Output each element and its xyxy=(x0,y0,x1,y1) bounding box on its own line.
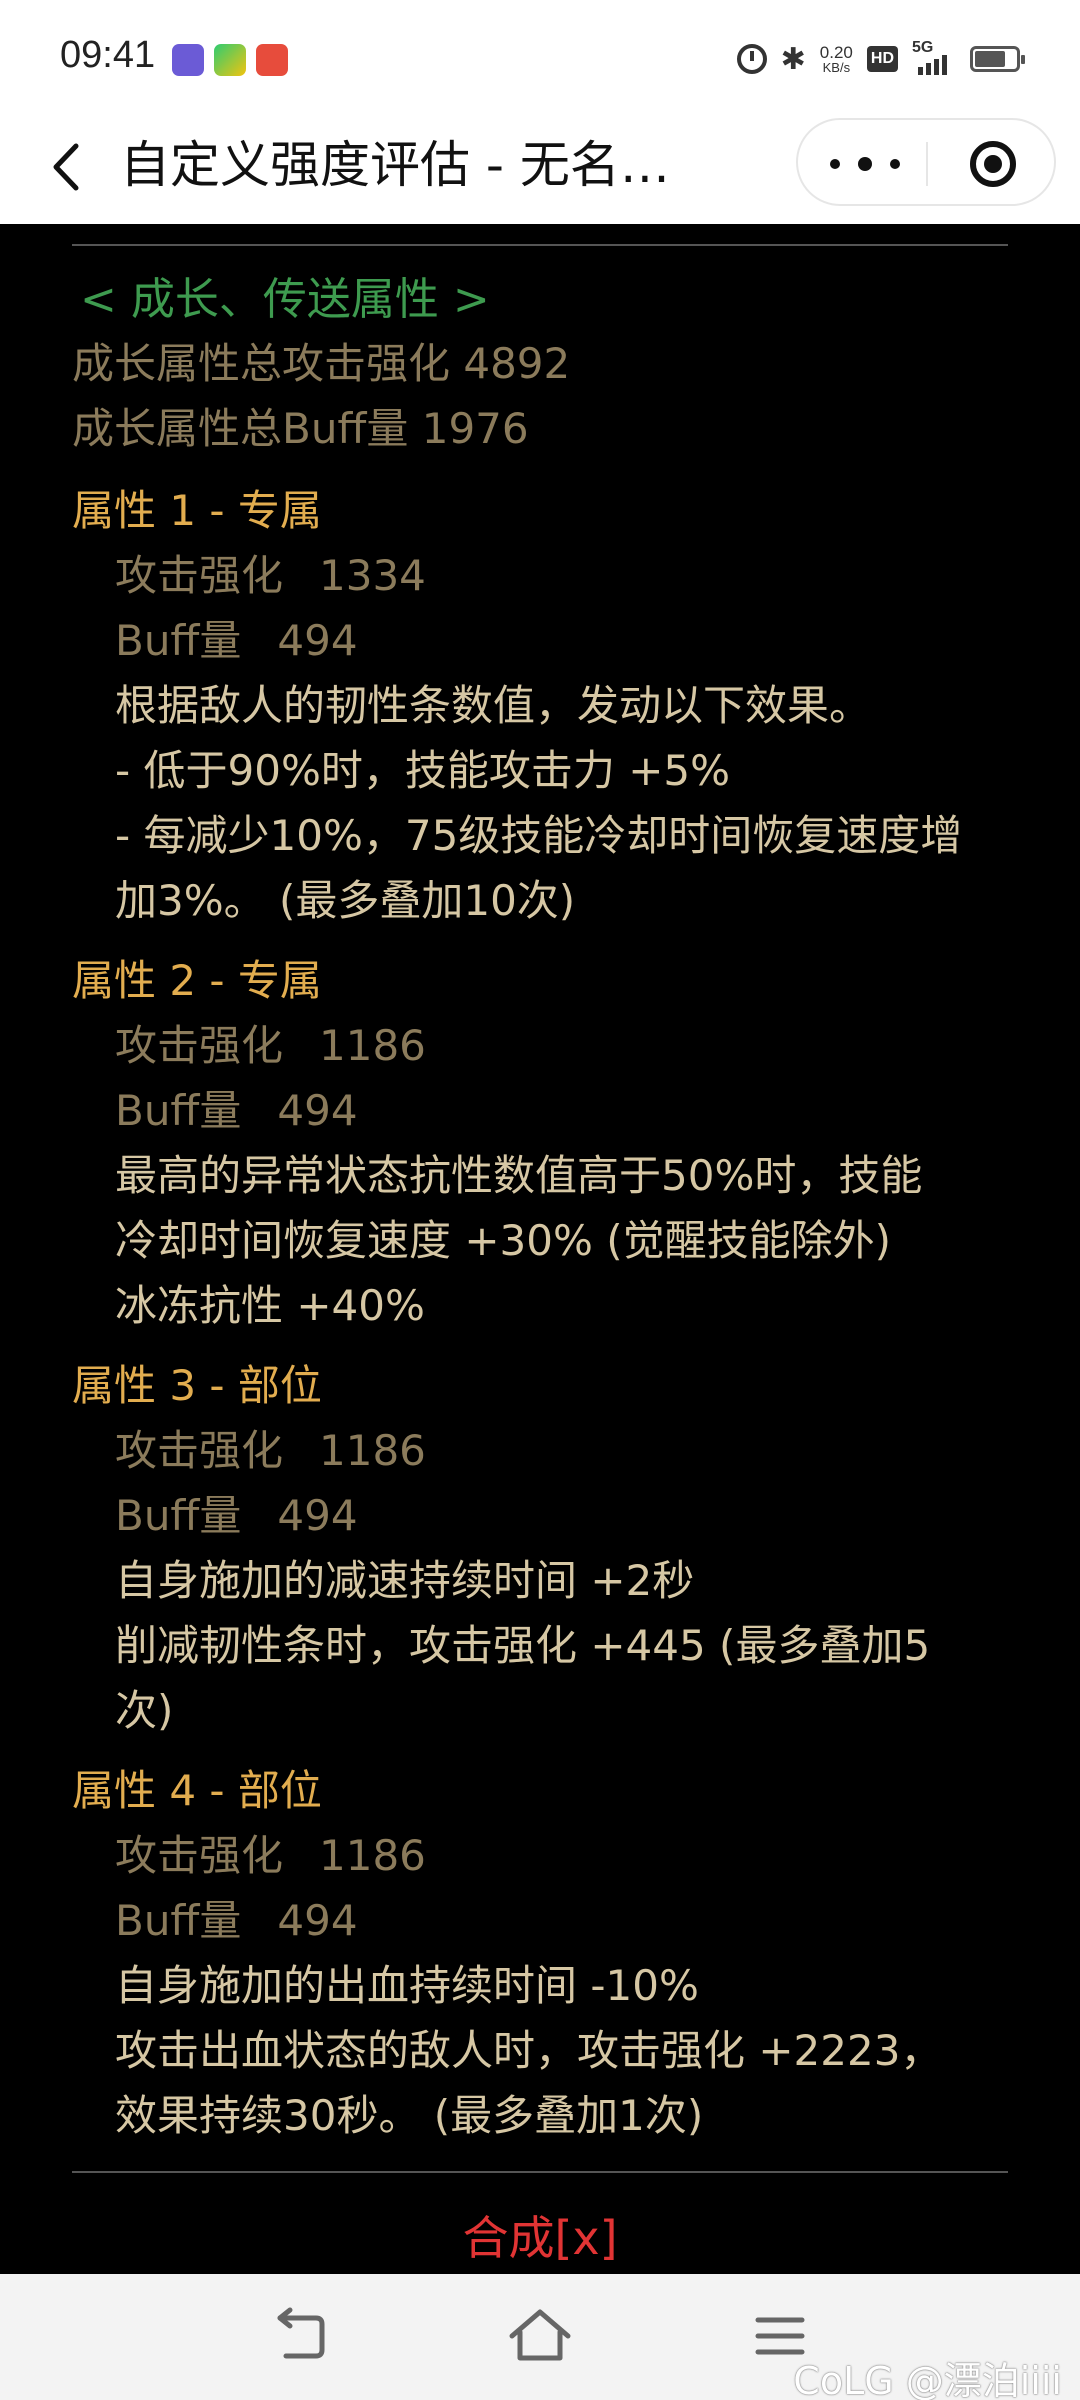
attribute-2-effect-2: 冷却时间恢复速度 +30% (觉醒技能除外) xyxy=(115,1216,892,1265)
attribute-1-attack: 攻击强化 1334 xyxy=(115,551,426,601)
attack-label: 攻击强化 xyxy=(115,551,284,600)
attribute-4-title: 属性 4 - 部位 xyxy=(72,1766,322,1815)
attribute-2-buff: Buff量 494 xyxy=(115,1086,358,1136)
status-bar: 09:41 ✱ 0.20 KB/s HD 5G xyxy=(0,0,1080,110)
network-speed-unit: KB/s xyxy=(822,60,851,75)
attack-label: 攻击强化 xyxy=(115,1831,284,1880)
back-arrow-icon[interactable] xyxy=(46,140,86,194)
buff-label: Buff量 xyxy=(115,1086,242,1135)
attribute-3-effect-1: 自身施加的减速持续时间 +2秒 xyxy=(115,1556,695,1605)
signal-icon: 5G xyxy=(912,39,956,75)
more-icon[interactable] xyxy=(812,132,920,196)
system-nav-bar: CoLG @漂泊iiii xyxy=(0,2274,1080,2400)
attribute-1-effect-3: - 每减少10%，75级技能冷却时间恢复速度增 xyxy=(115,811,963,860)
attribute-3-attack: 攻击强化 1186 xyxy=(115,1426,426,1476)
attribute-1-effect-2: - 低于90%时，技能攻击力 +5% xyxy=(115,746,731,795)
hd-icon: HD xyxy=(866,46,898,72)
app-icon-red xyxy=(256,44,288,76)
attack-label: 攻击强化 xyxy=(115,1021,284,1070)
attack-label: 攻击强化 xyxy=(115,1426,284,1475)
attribute-4-effect-1: 自身施加的出血持续时间 -10% xyxy=(115,1961,699,2010)
battery-icon xyxy=(970,46,1025,72)
attribute-3-effect-3: 次) xyxy=(115,1686,174,1735)
buff-value: 494 xyxy=(277,616,358,665)
attribute-1-effect-4: 加3%。 (最多叠加10次) xyxy=(115,876,576,925)
status-right-group: ✱ 0.20 KB/s HD 5G xyxy=(736,38,1025,80)
app-icon-green xyxy=(214,44,246,76)
top-divider xyxy=(72,244,1008,246)
buff-label: Buff量 xyxy=(115,1896,242,1945)
attack-value: 1334 xyxy=(319,551,426,600)
attribute-2-effect-3: 冰冻抗性 +40% xyxy=(115,1281,425,1330)
bluetooth-icon: ✱ xyxy=(780,41,806,77)
status-time: 09:41 xyxy=(60,34,156,76)
attribute-3-title: 属性 3 - 部位 xyxy=(72,1361,322,1410)
alarm-icon xyxy=(736,44,767,74)
back-nav-icon[interactable] xyxy=(260,2296,340,2376)
page-title: 自定义强度评估 - 无名… xyxy=(120,136,670,194)
attribute-1-effect-1: 根据敌人的韧性条数值，发动以下效果。 xyxy=(115,681,872,730)
summary-attack: 成长属性总攻击强化 4892 xyxy=(72,339,571,388)
attack-value: 1186 xyxy=(319,1021,426,1070)
app-icon-blue xyxy=(172,44,204,76)
buff-value: 494 xyxy=(277,1086,358,1135)
attribute-4-attack: 攻击强化 1186 xyxy=(115,1831,426,1881)
watermark: CoLG @漂泊iiii xyxy=(793,2359,1062,2400)
summary-buff: 成长属性总Buff量 1976 xyxy=(72,404,529,453)
attribute-2-effect-1: 最高的异常状态抗性数值高于50%时，技能 xyxy=(115,1151,923,1200)
attribute-4-buff: Buff量 494 xyxy=(115,1896,358,1946)
section-header: < 成长、传送属性 > xyxy=(80,274,490,325)
network-speed: 0.20 KB/s xyxy=(820,44,853,74)
attribute-2-attack: 攻击强化 1186 xyxy=(115,1021,426,1071)
buff-label: Buff量 xyxy=(115,1491,242,1540)
buff-value: 494 xyxy=(277,1896,358,1945)
attack-value: 1186 xyxy=(319,1831,426,1880)
buff-value: 494 xyxy=(277,1491,358,1540)
buff-label: Buff量 xyxy=(115,616,242,665)
close-miniprogram-icon[interactable] xyxy=(940,132,1044,196)
attribute-3-effect-2: 削减韧性条时，攻击强化 +445 (最多叠加5 xyxy=(115,1621,931,1670)
attribute-4-effect-3: 效果持续30秒。 (最多叠加1次) xyxy=(115,2091,704,2140)
title-bar: 自定义强度评估 - 无名… xyxy=(0,110,1080,224)
miniprogram-capsule xyxy=(796,118,1056,206)
attribute-3-buff: Buff量 494 xyxy=(115,1491,358,1541)
attribute-2-title: 属性 2 - 专属 xyxy=(72,956,322,1005)
attribute-1-buff: Buff量 494 xyxy=(115,616,358,666)
synth-button[interactable]: 合成[x] xyxy=(0,2202,1080,2268)
home-nav-icon[interactable] xyxy=(500,2296,580,2376)
bottom-divider xyxy=(72,2171,1008,2173)
network-speed-value: 0.20 xyxy=(819,43,853,62)
capsule-divider xyxy=(926,142,928,186)
attack-value: 1186 xyxy=(319,1426,426,1475)
attribute-1-title: 属性 1 - 专属 xyxy=(72,486,322,535)
content-panel: < 成长、传送属性 > 成长属性总攻击强化 4892 成长属性总Buff量 19… xyxy=(0,224,1080,2274)
attribute-4-effect-2: 攻击出血状态的敌人时，攻击强化 +2223， xyxy=(115,2026,943,2075)
